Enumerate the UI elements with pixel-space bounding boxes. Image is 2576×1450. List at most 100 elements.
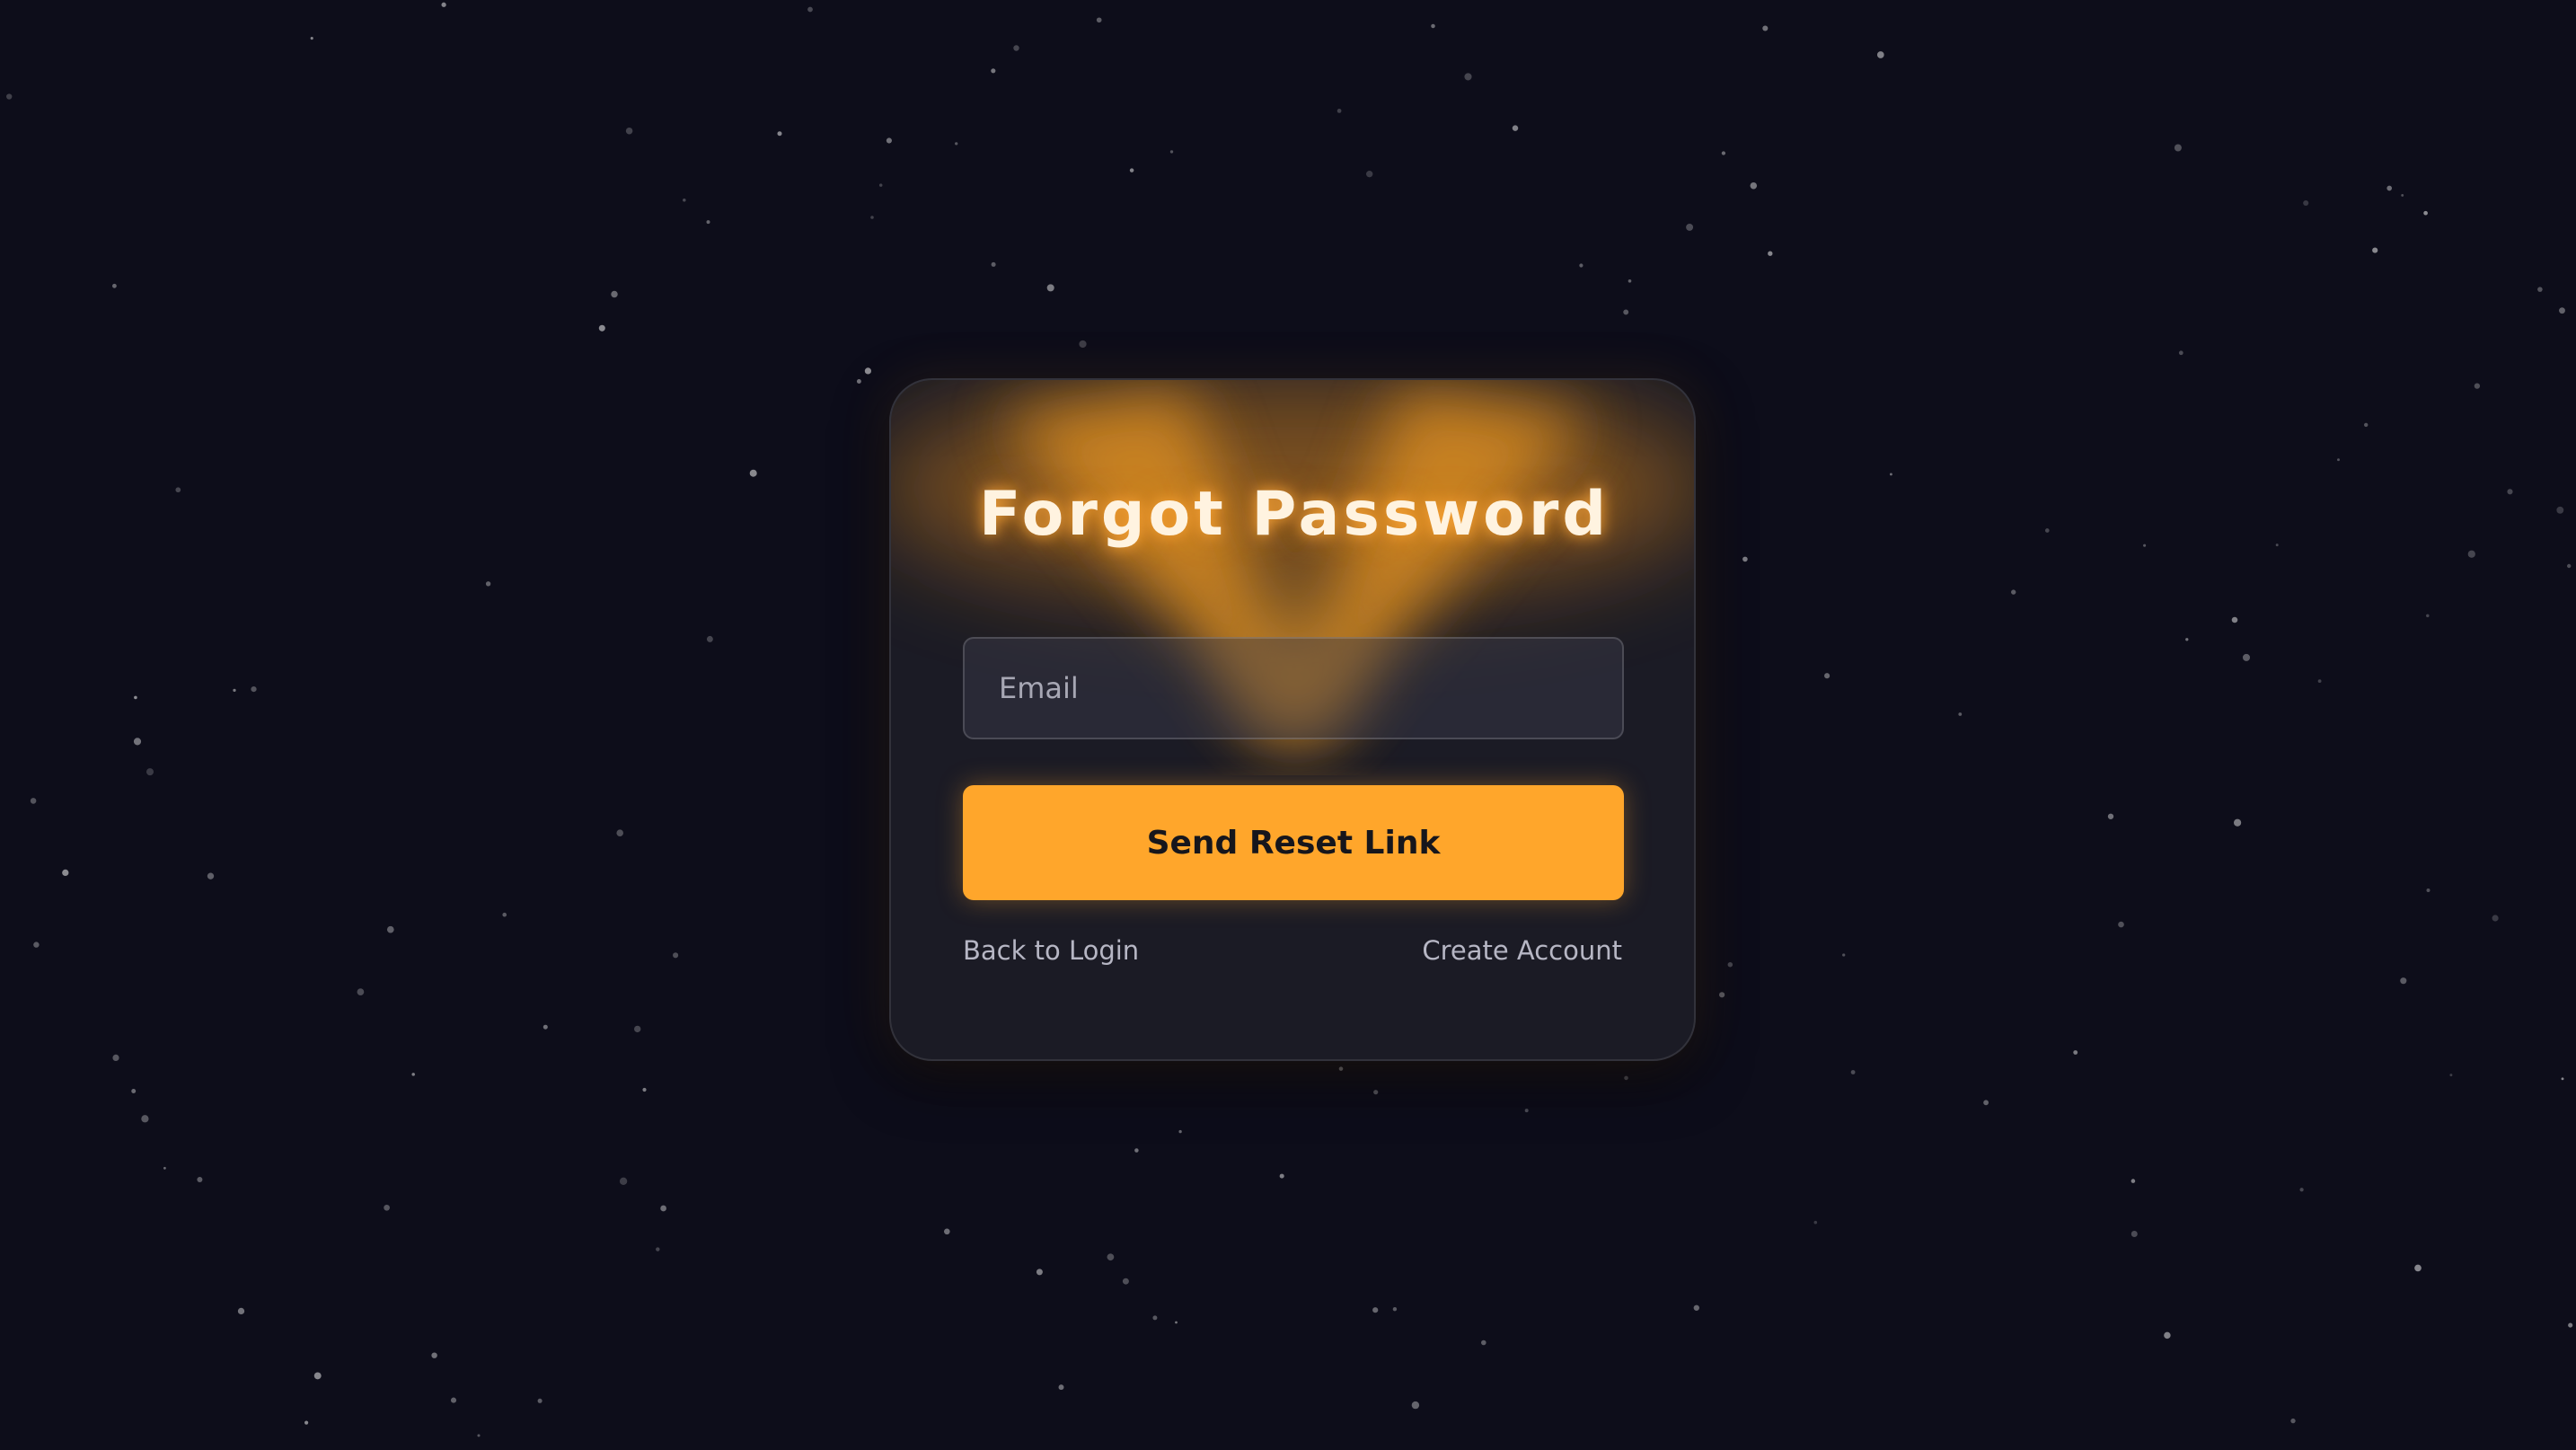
star-dot xyxy=(611,290,618,298)
create-account-link[interactable]: Create Account xyxy=(1422,935,1622,966)
star-dot xyxy=(207,872,215,880)
star-dot xyxy=(2231,616,2238,623)
star-dot xyxy=(543,1024,548,1030)
star-dot xyxy=(619,1177,628,1185)
star-dot xyxy=(1623,309,1629,315)
star-dot xyxy=(1079,340,1087,349)
star-dot xyxy=(706,220,710,225)
star-dot xyxy=(384,1204,390,1211)
star-dot xyxy=(2164,1331,2171,1339)
star-dot xyxy=(313,1372,322,1380)
star-dot xyxy=(537,1398,543,1403)
star-dot xyxy=(2372,247,2378,253)
star-dot xyxy=(1686,223,1694,231)
star-dot xyxy=(1337,109,1342,113)
star-dot xyxy=(141,1115,149,1123)
star-dot xyxy=(112,1054,119,1061)
star-dot xyxy=(450,1397,457,1403)
star-dot xyxy=(2401,193,2404,197)
star-dot xyxy=(2044,528,2050,533)
star-dot xyxy=(2303,199,2309,207)
star-dot xyxy=(1134,1148,1139,1153)
star-dot xyxy=(1464,73,1472,81)
star-dot xyxy=(33,942,40,948)
star-dot xyxy=(146,768,154,776)
forgot-password-card: Forgot Password Send Reset Link Back to … xyxy=(889,378,1696,1061)
star-dot xyxy=(2561,1077,2564,1081)
send-reset-link-button[interactable]: Send Reset Link xyxy=(963,785,1624,900)
page-title: Forgot Password xyxy=(978,479,1610,550)
star-dot xyxy=(2474,383,2481,389)
star-dot xyxy=(1628,279,1632,283)
star-dot xyxy=(1129,168,1134,172)
star-dot xyxy=(2143,544,2147,547)
star-dot xyxy=(1096,17,1102,23)
star-dot xyxy=(856,379,861,384)
star-dot xyxy=(2449,1074,2453,1077)
star-dot xyxy=(2073,1050,2078,1055)
star-dot xyxy=(2559,307,2565,314)
star-dot xyxy=(237,1307,245,1315)
star-dot xyxy=(62,869,69,877)
star-dot xyxy=(2118,921,2124,928)
email-field[interactable] xyxy=(963,637,1624,739)
star-dot xyxy=(616,829,623,836)
star-dot xyxy=(1824,673,1831,679)
star-dot xyxy=(991,68,996,74)
star-dot xyxy=(2337,458,2340,462)
star-dot xyxy=(673,952,679,959)
star-dot xyxy=(1718,992,1725,998)
star-dot xyxy=(131,1089,137,1093)
star-dot xyxy=(943,1228,950,1235)
star-dot xyxy=(251,686,257,693)
star-dot xyxy=(1693,1304,1699,1311)
star-dot xyxy=(357,988,365,995)
star-dot xyxy=(1372,1307,1379,1313)
star-dot xyxy=(2130,1231,2138,1237)
star-dot xyxy=(2233,818,2242,827)
star-dot xyxy=(2174,144,2182,152)
star-dot xyxy=(1958,712,1963,716)
star-dot xyxy=(1727,961,1734,968)
star-dot xyxy=(642,1087,647,1092)
star-dot xyxy=(2317,679,2322,683)
star-dot xyxy=(634,1025,641,1033)
star-dot xyxy=(1813,1220,1818,1225)
star-dot xyxy=(598,324,605,332)
star-dot xyxy=(1842,953,1846,957)
star-dot xyxy=(411,1073,415,1076)
star-dot xyxy=(111,283,117,288)
star-dot xyxy=(706,635,713,642)
star-dot xyxy=(1481,1339,1486,1346)
star-dot xyxy=(304,1420,309,1425)
star-dot xyxy=(2107,813,2114,819)
star-dot xyxy=(1768,251,1773,256)
star-dot xyxy=(2423,210,2428,216)
star-dot xyxy=(1152,1315,1158,1321)
star-dot xyxy=(1373,1090,1379,1095)
star-dot xyxy=(955,142,958,146)
star-dot xyxy=(1366,171,1373,178)
star-dot xyxy=(807,6,813,13)
star-dot xyxy=(2178,350,2183,356)
star-dot xyxy=(683,199,686,202)
star-dot xyxy=(1431,23,1435,29)
star-dot xyxy=(2386,185,2393,191)
star-dot xyxy=(2242,653,2251,661)
star-dot xyxy=(2185,638,2189,641)
star-dot xyxy=(878,183,883,187)
back-to-login-link[interactable]: Back to Login xyxy=(963,935,1139,966)
star-dot xyxy=(1013,45,1019,51)
star-dot xyxy=(2507,489,2513,495)
star-dot xyxy=(1721,151,1726,155)
star-dot xyxy=(1876,51,1884,58)
star-dot xyxy=(133,738,142,746)
star-dot xyxy=(2567,563,2572,569)
star-dot xyxy=(502,912,507,917)
star-dot xyxy=(2426,889,2430,892)
star-dot xyxy=(886,137,892,144)
star-dot xyxy=(777,131,782,137)
star-dot xyxy=(2537,287,2543,292)
star-dot xyxy=(1512,125,1519,131)
star-dot xyxy=(1524,1109,1529,1113)
